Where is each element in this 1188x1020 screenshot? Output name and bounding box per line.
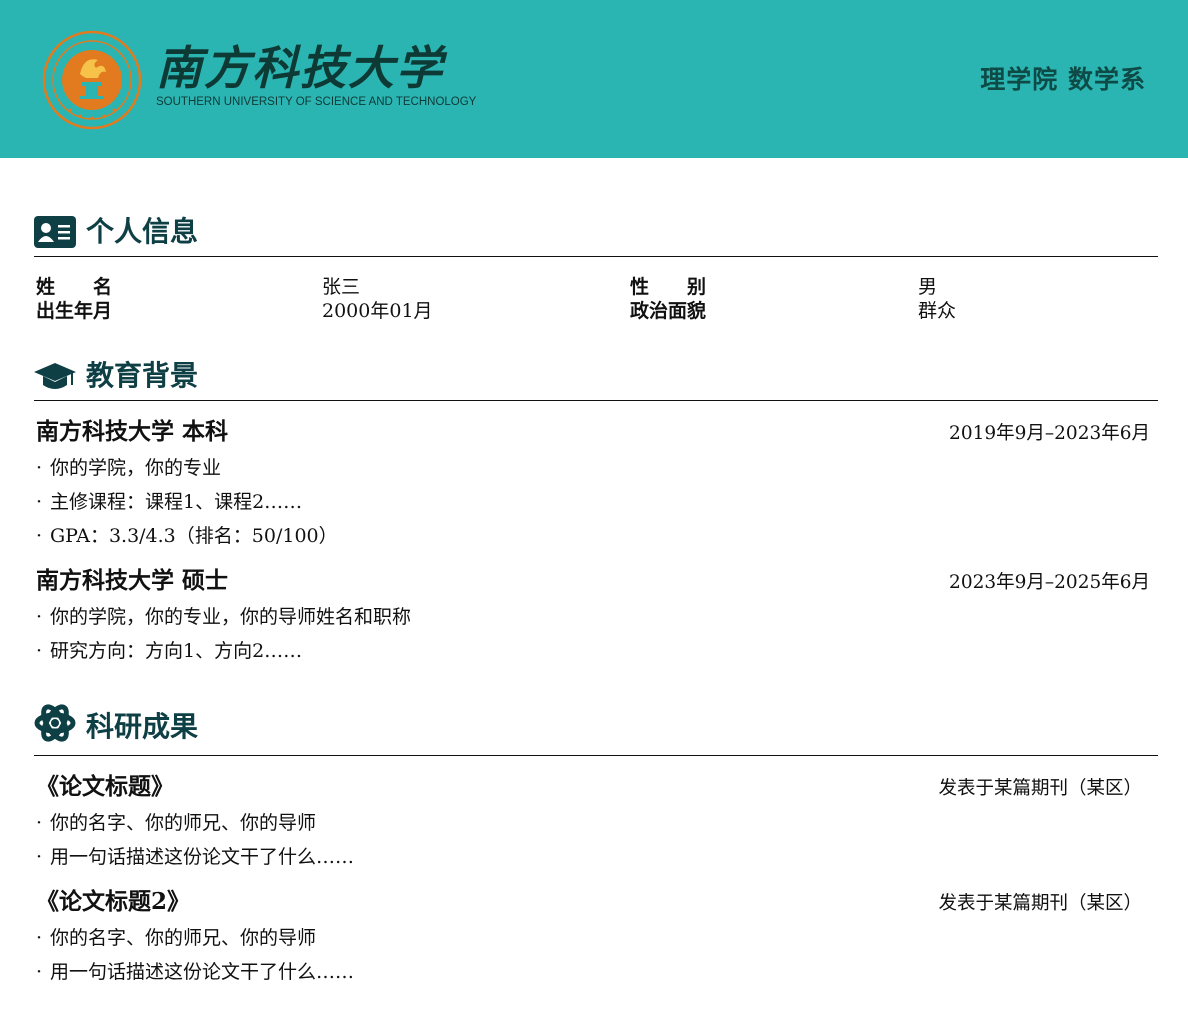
university-seal-icon [42,30,142,130]
atom-icon [34,704,76,742]
university-logo: 南方科技大学 SOUTHERN UNIVERSITY OF SCIENCE AN… [156,42,476,108]
bullet-text: 你的学院，你的专业，你的导师姓名和职称 [50,606,412,628]
gender-value: 男 [918,276,938,298]
bullet-text: 用一句话描述这份论文干了什么…… [50,846,355,868]
name-label: 姓 名 [36,276,113,298]
bullet-dot: · [36,457,43,479]
list-item: · 用一句话描述这份论文干了什么…… [36,844,354,870]
bullet-text: 用一句话描述这份论文干了什么…… [50,961,355,983]
list-item: · 研究方向：方向1、方向2…… [36,638,302,664]
list-item: · 用一句话描述这份论文干了什么…… [36,959,354,985]
info-row: 出生年月 2000年01月 政治面貌 群众 [36,299,1156,323]
education-entry-title: 南方科技大学 本科 [36,418,229,445]
politics-label: 政治面貌 [630,300,707,322]
id-card-icon [34,216,76,248]
logo-english-name: SOUTHERN UNIVERSITY OF SCIENCE AND TECHN… [156,96,477,108]
paper-title: 《论文标题》 [36,773,174,800]
list-item: · 你的学院，你的专业，你的导师姓名和职称 [36,604,411,630]
bullet-dot: · [36,961,43,983]
bullet-dot: · [36,640,43,662]
section-personal-info: 个人信息 [34,213,1158,257]
name-value: 张三 [322,276,361,298]
section-title: 个人信息 [86,215,199,248]
bullet-dot: · [36,927,43,949]
header-banner: 南方科技大学 SOUTHERN UNIVERSITY OF SCIENCE AN… [0,0,1188,158]
graduation-cap-icon [34,363,76,389]
list-item: · 你的学院，你的专业 [36,455,221,481]
education-period: 2023年9月–2025年6月 [949,572,1150,593]
section-research: 科研成果 [34,703,1158,756]
bullet-dot: · [36,525,43,547]
info-row: 姓 名 张三 性 别 男 [36,275,1156,299]
bullet-text: GPA：3.3/4.3（排名：50/100） [50,525,338,547]
gender-label: 性 别 [630,276,707,298]
education-entry-title: 南方科技大学 硕士 [36,567,229,594]
section-education: 教育背景 [34,357,1158,401]
birth-label: 出生年月 [36,300,113,322]
bullet-dot: · [36,491,43,513]
bullet-text: 你的学院，你的专业 [50,457,222,479]
list-item: · 你的名字、你的师兄、你的导师 [36,810,316,836]
politics-value: 群众 [918,300,957,322]
bullet-text: 你的名字、你的师兄、你的导师 [50,927,317,949]
bullet-text: 研究方向：方向1、方向2…… [50,640,303,662]
section-title: 教育背景 [86,359,199,392]
paper-venue: 发表于某篇期刊（某区） [938,778,1142,799]
bullet-dot: · [36,846,43,868]
bullet-text: 主修课程：课程1、课程2…… [50,491,303,513]
bullet-text: 你的名字、你的师兄、你的导师 [50,812,317,834]
paper-venue: 发表于某篇期刊（某区） [938,893,1142,914]
birth-value: 2000年01月 [322,300,433,322]
education-period: 2019年9月–2023年6月 [949,423,1150,444]
bullet-dot: · [36,606,43,628]
logo-chinese-name: 南方科技大学 [156,41,444,95]
bullet-dot: · [36,812,43,834]
section-title: 科研成果 [86,710,199,743]
paper-title: 《论文标题2》 [36,888,191,915]
list-item: · 主修课程：课程1、课程2…… [36,489,302,515]
list-item: · GPA：3.3/4.3（排名：50/100） [36,523,338,549]
department-label: 理学院 数学系 [980,65,1146,94]
list-item: · 你的名字、你的师兄、你的导师 [36,925,316,951]
